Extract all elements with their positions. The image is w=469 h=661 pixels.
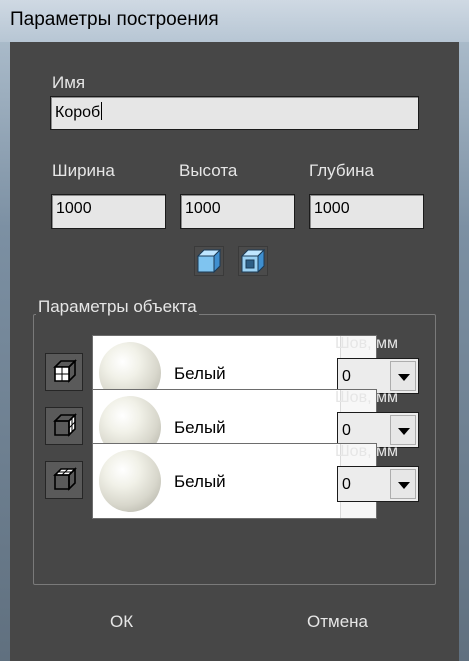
seam-value: 0 bbox=[342, 476, 351, 493]
width-label: Ширина bbox=[52, 161, 115, 180]
seam-label: Шов, мм bbox=[335, 389, 398, 406]
depth-input[interactable]: 1000 bbox=[309, 194, 424, 229]
seam-label: Шов, мм bbox=[335, 335, 398, 352]
name-input[interactable]: Короб bbox=[50, 96, 419, 130]
chevron-down-icon[interactable] bbox=[390, 415, 416, 445]
chevron-down-icon[interactable] bbox=[390, 469, 416, 499]
window-frame-right bbox=[459, 42, 469, 661]
name-label: Имя bbox=[52, 73, 86, 92]
inner-box-icon bbox=[240, 248, 266, 274]
seam-value: 0 bbox=[342, 368, 351, 385]
width-input[interactable]: 1000 bbox=[51, 194, 166, 229]
text-caret bbox=[101, 102, 103, 120]
material-name: Белый bbox=[174, 418, 226, 437]
material-name: Белый bbox=[174, 472, 226, 491]
build-parameters-dialog: Параметры построения Имя Короб Ширина 10… bbox=[0, 0, 469, 661]
seam-select[interactable]: 0 bbox=[337, 466, 419, 502]
material-name: Белый bbox=[174, 364, 226, 383]
chevron-down-icon[interactable] bbox=[390, 361, 416, 391]
inner-box-button[interactable] bbox=[238, 246, 268, 276]
material-row-3: Белый + Шов, мм 0 bbox=[45, 443, 438, 519]
width-value: 1000 bbox=[56, 200, 92, 217]
face-select-button[interactable] bbox=[45, 407, 83, 445]
face-select-button[interactable] bbox=[45, 461, 83, 499]
ok-button[interactable]: ОК bbox=[110, 612, 133, 632]
box-face-icon bbox=[53, 359, 77, 383]
height-value: 1000 bbox=[185, 200, 221, 217]
title-bar[interactable]: Параметры построения bbox=[0, 0, 469, 42]
depth-label: Глубина bbox=[309, 161, 374, 180]
height-label: Высота bbox=[179, 161, 238, 180]
height-input[interactable]: 1000 bbox=[180, 194, 295, 229]
face-select-button[interactable] bbox=[45, 353, 83, 391]
box-face-icon bbox=[53, 413, 77, 437]
seam-label: Шов, мм bbox=[335, 443, 398, 460]
cancel-button[interactable]: Отмена bbox=[307, 612, 368, 632]
object-parameters-title: Параметры объекта bbox=[36, 297, 199, 317]
seam-value: 0 bbox=[342, 422, 351, 439]
box-face-icon bbox=[53, 467, 77, 491]
solid-box-icon bbox=[196, 248, 222, 274]
depth-value: 1000 bbox=[314, 200, 350, 217]
solid-box-button[interactable] bbox=[194, 246, 224, 276]
window-title: Параметры построения bbox=[10, 9, 219, 30]
material-preview-sphere bbox=[99, 450, 161, 512]
window-frame-left bbox=[0, 42, 10, 661]
name-value: Короб bbox=[55, 104, 101, 121]
